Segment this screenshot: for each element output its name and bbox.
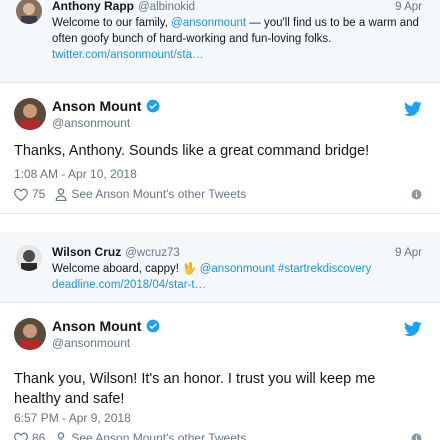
person-icon — [56, 187, 67, 201]
author-handle[interactable]: @albinokid — [138, 0, 195, 15]
tweet-actions: 75 See Anson Mount's other Tweets — [14, 187, 422, 201]
like-count: 75 — [32, 187, 46, 201]
person-icon — [57, 431, 65, 440]
author-name[interactable]: Wilson Cruz — [52, 244, 121, 260]
tweet-date[interactable]: 9 Apr — [395, 245, 422, 261]
tweet-text: Welcome aboard, cappy! 🖖 @ansonmount #st… — [52, 263, 372, 291]
tweet-actions: 86 See Anson Mount's other Tweets — [14, 431, 422, 440]
tweet-text: Welcome to our family, @ansonmount — you… — [52, 17, 419, 61]
author-name-row[interactable]: Anson Mount — [52, 318, 160, 334]
tweet-timestamp[interactable]: 1:08 AM - Apr 10, 2018 — [14, 167, 137, 181]
mention-link[interactable]: @ansonmount — [200, 263, 275, 275]
like-button[interactable]: 75 — [14, 187, 45, 201]
avatar[interactable] — [16, 0, 42, 24]
embedded-tweet[interactable]: Anson Mount @ansonmount Thank you, Wilso… — [0, 302, 440, 440]
vulcan-salute-emoji: 🖖 — [182, 263, 197, 275]
twitter-bird-icon[interactable] — [404, 321, 422, 337]
url-link[interactable]: deadline.com/2018/04/star-t… — [52, 279, 206, 291]
tweet-timestamp[interactable]: 6:57 PM - Apr 9, 2018 — [14, 411, 131, 425]
like-count: 86 — [32, 431, 46, 440]
author-handle[interactable]: @ansonmount — [52, 336, 130, 350]
other-tweets-label: See Anson Mount's other Tweets — [71, 187, 247, 201]
verified-badge-icon — [147, 99, 160, 113]
url-link[interactable]: twitter.com/ansonmount/sta… — [52, 49, 203, 61]
tweet-date[interactable]: 9 Apr — [395, 0, 422, 15]
avatar[interactable] — [14, 98, 46, 130]
embedded-tweet[interactable]: Anson Mount @ansonmount Thanks, Anthony.… — [0, 82, 440, 214]
mention-link[interactable]: @ansonmount — [171, 17, 246, 29]
author-name[interactable]: Anson Mount — [52, 318, 141, 334]
hashtag-link[interactable]: #startrekdiscovery — [278, 263, 371, 275]
author-name[interactable]: Anthony Rapp — [52, 0, 134, 14]
verified-badge-icon — [147, 319, 160, 333]
author-handle[interactable]: @wcruz73 — [125, 245, 180, 261]
other-tweets-label: See Anson Mount's other Tweets — [71, 431, 247, 440]
author-handle[interactable]: @ansonmount — [52, 116, 130, 130]
twitter-bird-icon[interactable] — [404, 101, 422, 117]
avatar[interactable] — [16, 245, 42, 271]
other-tweets-link[interactable]: See Anson Mount's other Tweets — [55, 431, 246, 440]
tweet-text: Thanks, Anthony. Sounds like a great com… — [14, 143, 370, 159]
heart-icon — [14, 432, 28, 440]
info-icon[interactable] — [411, 189, 422, 200]
heart-icon — [14, 188, 28, 201]
author-name[interactable]: Anson Mount — [52, 98, 141, 114]
avatar[interactable] — [14, 318, 46, 350]
like-button[interactable]: 86 — [14, 431, 45, 440]
author-name-row[interactable]: Anson Mount — [52, 98, 160, 114]
context-tweet-anthony-rapp[interactable]: Anthony Rapp @albinokid 9 Apr Welcome to… — [0, 0, 440, 82]
info-icon[interactable] — [411, 433, 422, 440]
context-tweet-wilson-cruz[interactable]: Wilson Cruz @wcruz73 9 Apr Welcome aboar… — [0, 232, 440, 302]
other-tweets-link[interactable]: See Anson Mount's other Tweets — [55, 187, 246, 201]
tweet-text: Thank you, Wilson! It's an honor. I trus… — [14, 371, 376, 407]
